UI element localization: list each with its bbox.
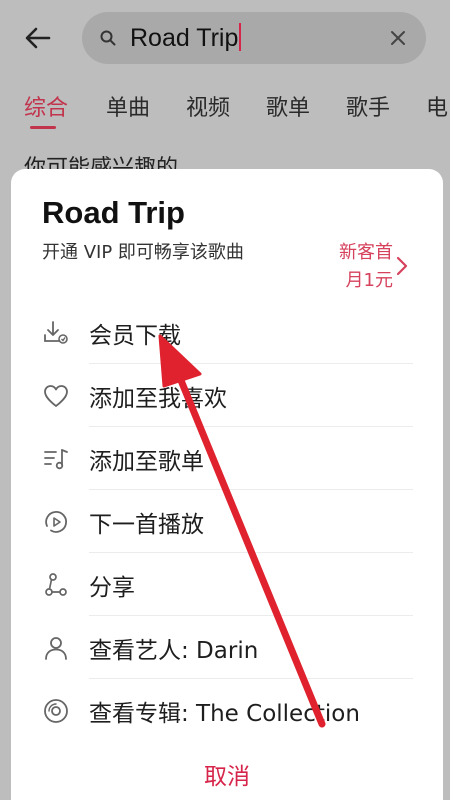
sheet-song-title: Road Trip — [42, 195, 185, 230]
menu-item-vip-download[interactable]: 会员下载 — [11, 301, 443, 364]
artist-icon — [45, 637, 67, 660]
play-next-icon — [45, 511, 68, 533]
tab-videos[interactable]: 视频 — [186, 90, 230, 122]
menu-item-label: 会员下载 — [89, 323, 181, 349]
search-tabs: 综合 单曲 视频 歌单 歌手 电 — [0, 84, 450, 132]
menu-item-label: 查看专辑: The Collection — [89, 701, 360, 727]
options-menu: 会员下载 添加至我喜欢 添加至歌单 下一首播放 分享 查看艺人: Darin 查… — [11, 301, 443, 742]
heart-icon — [44, 385, 68, 407]
search-icon — [100, 30, 116, 46]
share-icon — [45, 573, 67, 596]
song-options-sheet: Road Trip 开通 VIP 即可畅享该歌曲 新客首 月1元 会员下载 添加… — [11, 169, 443, 800]
tab-more[interactable]: 电 — [426, 90, 448, 122]
add-to-playlist-icon — [44, 449, 68, 470]
menu-item-label: 添加至歌单 — [89, 449, 204, 475]
tab-playlists[interactable]: 歌单 — [266, 90, 310, 122]
menu-item-label: 查看艺人: Darin — [89, 638, 259, 664]
album-icon — [44, 699, 68, 723]
search-input[interactable]: Road Trip — [130, 22, 242, 54]
tab-comprehensive[interactable]: 综合 — [24, 90, 68, 122]
vip-promo-line2: 月1元 — [345, 270, 393, 291]
back-button[interactable] — [22, 20, 62, 60]
menu-item-label: 下一首播放 — [89, 512, 204, 538]
cancel-button[interactable]: 取消 — [11, 757, 443, 797]
menu-item-add-favorite[interactable]: 添加至我喜欢 — [11, 364, 443, 427]
clear-icon[interactable] — [388, 28, 408, 48]
back-arrow-icon — [25, 27, 51, 49]
tab-artists[interactable]: 歌手 — [346, 90, 390, 122]
menu-item-view-artist[interactable]: 查看艺人: Darin — [11, 616, 443, 679]
menu-item-view-album[interactable]: 查看专辑: The Collection — [11, 679, 443, 742]
vip-notice: 开通 VIP 即可畅享该歌曲 — [42, 242, 244, 263]
chevron-right-icon — [396, 256, 408, 276]
top-bar: Road Trip — [0, 0, 450, 78]
vip-promo-line1: 新客首 — [339, 242, 393, 263]
menu-item-share[interactable]: 分享 — [11, 553, 443, 616]
menu-item-add-playlist[interactable]: 添加至歌单 — [11, 427, 443, 490]
recommend-heading: 你可能感兴趣的 — [24, 156, 179, 170]
menu-item-label: 分享 — [89, 575, 135, 601]
active-tab-indicator — [30, 126, 56, 129]
search-query-text: Road Trip — [130, 24, 239, 52]
download-icon — [44, 321, 68, 344]
menu-item-play-next[interactable]: 下一首播放 — [11, 490, 443, 553]
menu-item-label: 添加至我喜欢 — [89, 386, 227, 412]
tab-songs[interactable]: 单曲 — [106, 90, 150, 122]
search-box[interactable]: Road Trip — [82, 12, 426, 64]
text-caret — [239, 23, 242, 51]
